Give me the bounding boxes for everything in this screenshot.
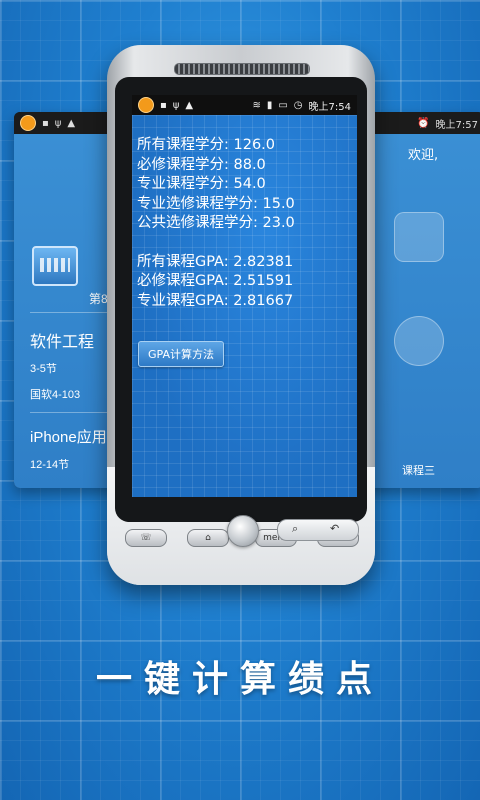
battery-icon: ▭ bbox=[278, 99, 288, 111]
hexagon-icon bbox=[394, 212, 444, 262]
credit-major: 专业课程学分: 54.0 bbox=[137, 176, 266, 192]
usb-icon: ψ bbox=[54, 117, 62, 129]
back-icon[interactable]: ↶ bbox=[330, 522, 339, 535]
home-button[interactable]: ⌂ bbox=[187, 529, 229, 547]
phone-icon: ☏ bbox=[140, 533, 152, 543]
gpa-method-button[interactable]: GPA计算方法 bbox=[138, 341, 224, 367]
credit-public-elective: 公共选修课程学分: 23.0 bbox=[137, 215, 295, 231]
status-time: 晚上7:57 bbox=[435, 119, 478, 131]
sim-icon: ▪ bbox=[42, 117, 49, 129]
status-time: 晚上7:54 bbox=[308, 101, 351, 113]
hexagon-icon bbox=[394, 316, 444, 366]
search-back-rocker[interactable]: ⌕ ↶ bbox=[277, 519, 359, 541]
greeting: 欢迎, bbox=[408, 148, 439, 163]
bottom-label: 课程三 bbox=[402, 464, 435, 477]
calendar-icon bbox=[32, 246, 78, 286]
gpa-major: 专业课程GPA: 2.81667 bbox=[137, 292, 294, 309]
credit-required: 必修课程学分: 88.0 bbox=[137, 156, 266, 173]
app-icon bbox=[138, 97, 154, 113]
course-name: iPhone应用 bbox=[30, 429, 107, 446]
android-debug-icon: ▲ bbox=[67, 117, 76, 129]
gpa-total: 所有课程GPA: 2.82381 bbox=[137, 253, 294, 270]
call-button[interactable]: ☏ bbox=[125, 529, 167, 547]
trackball[interactable] bbox=[227, 515, 259, 547]
home-icon: ⌂ bbox=[205, 533, 211, 543]
usb-icon: ψ bbox=[172, 99, 180, 111]
results-list: 所有课程学分: 126.0 必修课程学分: 88.0 专业课程学分: 54.0 … bbox=[137, 136, 295, 311]
signal-icon: ▮ bbox=[266, 99, 273, 111]
week-label: 第8 bbox=[89, 292, 108, 306]
credit-total: 所有课程学分: 126.0 bbox=[137, 137, 276, 153]
course-time: 3-5节 bbox=[30, 363, 57, 375]
gpa-required: 必修课程GPA: 2.51591 bbox=[137, 273, 294, 289]
alarm-icon: ◷ bbox=[293, 99, 303, 111]
app-icon bbox=[20, 115, 36, 131]
wifi-icon: ≋ bbox=[252, 99, 261, 111]
alarm-icon: ⏰ bbox=[417, 117, 430, 129]
course-room: 国软4-103 bbox=[30, 389, 81, 401]
speaker-grille bbox=[174, 63, 310, 75]
status-bar: ▪ ψ ▲ ≋ ▮ ▭ ◷ 晚上7:54 bbox=[132, 95, 357, 115]
android-debug-icon: ▲ bbox=[185, 99, 194, 111]
course-time: 12-14节 bbox=[30, 459, 70, 471]
search-icon[interactable]: ⌕ bbox=[292, 522, 298, 536]
caption-text: 一键计算绩点 bbox=[95, 658, 384, 700]
credit-major-elective: 专业选修课程学分: 15.0 bbox=[137, 195, 295, 212]
sim-icon: ▪ bbox=[160, 99, 167, 111]
course-name: 软件工程 bbox=[30, 334, 95, 351]
